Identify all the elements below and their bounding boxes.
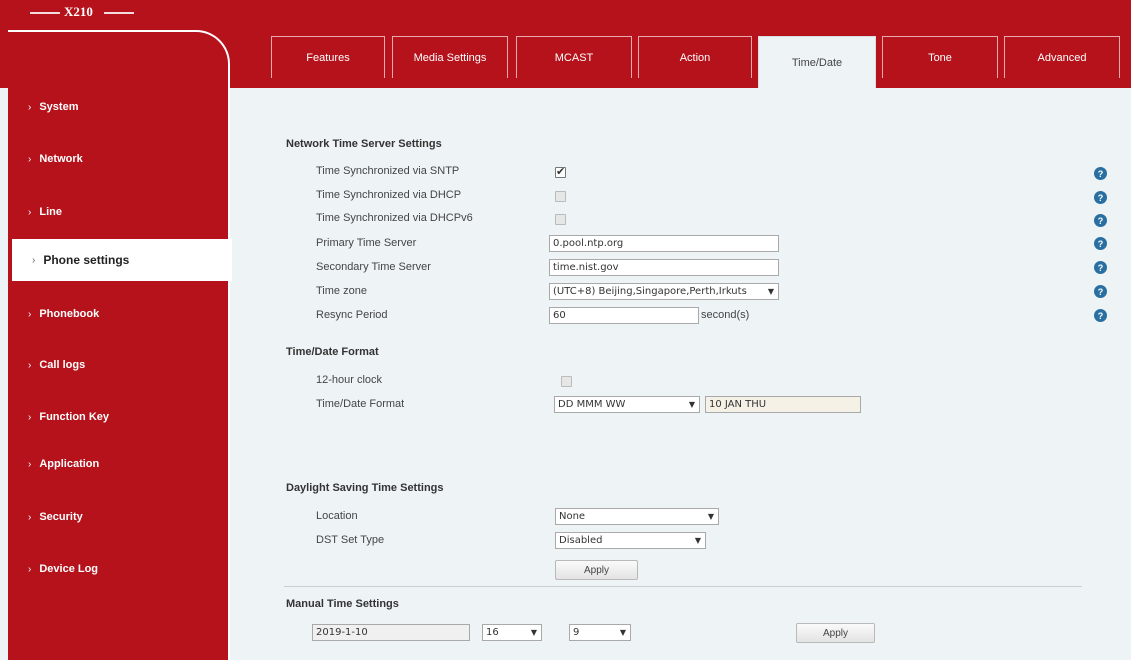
sidebar-item-security[interactable]: › Security [0, 497, 220, 537]
secondary-server-label: Secondary Time Server [316, 261, 431, 273]
sidebar-item-line[interactable]: › Line [0, 192, 220, 232]
help-icon[interactable]: ? [1094, 309, 1107, 322]
chevron-right-icon: › [28, 359, 32, 371]
format-select[interactable]: DD MMM WW ▼ [554, 396, 700, 413]
help-icon[interactable]: ? [1094, 261, 1107, 274]
timezone-value: (UTC+8) Beijing,Singapore,Perth,Irkuts [553, 286, 747, 297]
timezone-label: Time zone [316, 285, 367, 297]
chevron-right-icon: › [28, 458, 32, 470]
sidebar-item-system[interactable]: › System [0, 87, 220, 127]
dhcpv6-label: Time Synchronized via DHCPv6 [316, 212, 473, 224]
sidebar-item-call-logs[interactable]: › Call logs [0, 345, 220, 385]
sidebar-item-phone-settings[interactable]: › Phone settings [12, 239, 232, 281]
resync-label: Resync Period [316, 309, 388, 321]
tab-action[interactable]: Action [638, 36, 752, 78]
location-value: None [559, 511, 586, 522]
clock12-checkbox[interactable] [561, 376, 572, 387]
clock12-label: 12-hour clock [316, 374, 383, 386]
sidebar-item-label: Phone settings [43, 253, 130, 267]
dhcp-label: Time Synchronized via DHCP [316, 189, 462, 201]
resync-unit: second(s) [701, 309, 750, 321]
manual-minute-select[interactable]: 9 ▼ [569, 624, 631, 641]
manual-section-title: Manual Time Settings [286, 598, 399, 610]
tab-media-settings[interactable]: Media Settings [392, 36, 508, 78]
chevron-right-icon: › [28, 206, 32, 218]
dropdown-arrow-icon: ▼ [707, 512, 714, 521]
sntp-label: Time Synchronized via SNTP [316, 165, 460, 177]
format-preview: 10 JAN THU [705, 396, 861, 413]
dst-type-select[interactable]: Disabled ▼ [555, 532, 706, 549]
manual-hour-value: 16 [486, 627, 499, 638]
manual-apply-button[interactable]: Apply [796, 623, 875, 643]
tab-time-date[interactable]: Time/Date [758, 36, 876, 88]
sidebar-item-label: Security [39, 511, 83, 523]
sidebar-item-label: Function Key [39, 411, 110, 423]
dst-section-title: Daylight Saving Time Settings [286, 482, 444, 494]
manual-hour-select[interactable]: 16 ▼ [482, 624, 542, 641]
dropdown-arrow-icon: ▼ [767, 287, 774, 296]
chevron-right-icon: › [28, 153, 32, 165]
location-select[interactable]: None ▼ [555, 508, 719, 525]
brand-line-right [104, 12, 134, 14]
brand-model: X210 [64, 4, 93, 19]
dst-type-value: Disabled [559, 535, 603, 546]
sidebar-item-phonebook[interactable]: › Phonebook [0, 294, 220, 334]
sidebar-item-function-key[interactable]: › Function Key [0, 397, 220, 437]
tab-advanced[interactable]: Advanced [1004, 36, 1120, 78]
timezone-select[interactable]: (UTC+8) Beijing,Singapore,Perth,Irkuts ▼ [549, 283, 779, 300]
dropdown-arrow-icon: ▼ [619, 628, 626, 637]
sidebar-item-label: Phonebook [39, 308, 100, 320]
sidebar-item-label: System [39, 101, 79, 113]
section-divider [284, 586, 1082, 587]
help-icon[interactable]: ? [1094, 285, 1107, 298]
chevron-right-icon: › [32, 254, 36, 266]
chevron-right-icon: › [28, 308, 32, 320]
network-time-section-title: Network Time Server Settings [286, 138, 442, 150]
dst-apply-button[interactable]: Apply [555, 560, 638, 580]
format-value: DD MMM WW [558, 399, 626, 410]
dst-type-label: DST Set Type [316, 534, 385, 546]
manual-minute-value: 9 [573, 627, 580, 638]
sidebar-item-application[interactable]: › Application [0, 444, 220, 484]
chevron-right-icon: › [28, 563, 32, 575]
sidebar-item-network[interactable]: › Network [0, 139, 220, 179]
dhcpv6-checkbox[interactable] [555, 214, 566, 225]
sidebar-item-label: Device Log [39, 563, 99, 575]
manual-date-input[interactable]: 2019-1-10 [312, 624, 470, 641]
primary-server-input[interactable]: 0.pool.ntp.org [549, 235, 779, 252]
tab-features[interactable]: Features [271, 36, 385, 78]
location-label: Location [316, 510, 358, 522]
help-icon[interactable]: ? [1094, 167, 1107, 180]
tab-mcast[interactable]: MCAST [516, 36, 632, 78]
sidebar-item-label: Network [39, 153, 83, 165]
dropdown-arrow-icon: ▼ [694, 536, 701, 545]
sidebar-item-label: Call logs [39, 359, 86, 371]
dhcp-checkbox[interactable] [555, 191, 566, 202]
sntp-checkbox[interactable] [555, 165, 566, 178]
chevron-right-icon: › [28, 101, 32, 113]
tab-tone[interactable]: Tone [882, 36, 998, 78]
sidebar-item-device-log[interactable]: › Device Log [0, 549, 220, 589]
format-label: Time/Date Format [316, 398, 405, 410]
chevron-right-icon: › [28, 411, 32, 423]
help-icon[interactable]: ? [1094, 214, 1107, 227]
resync-input[interactable]: 60 [549, 307, 699, 324]
dropdown-arrow-icon: ▼ [688, 400, 695, 409]
secondary-server-input[interactable]: time.nist.gov [549, 259, 779, 276]
brand-logo: X210 [0, 0, 230, 30]
brand-line-left [30, 12, 60, 14]
help-icon[interactable]: ? [1094, 237, 1107, 250]
help-icon[interactable]: ? [1094, 191, 1107, 204]
sidebar-item-label: Application [39, 458, 100, 470]
chevron-right-icon: › [28, 511, 32, 523]
sidebar-item-label: Line [39, 206, 62, 218]
dropdown-arrow-icon: ▼ [530, 628, 537, 637]
format-section-title: Time/Date Format [286, 346, 379, 358]
primary-server-label: Primary Time Server [316, 237, 417, 249]
